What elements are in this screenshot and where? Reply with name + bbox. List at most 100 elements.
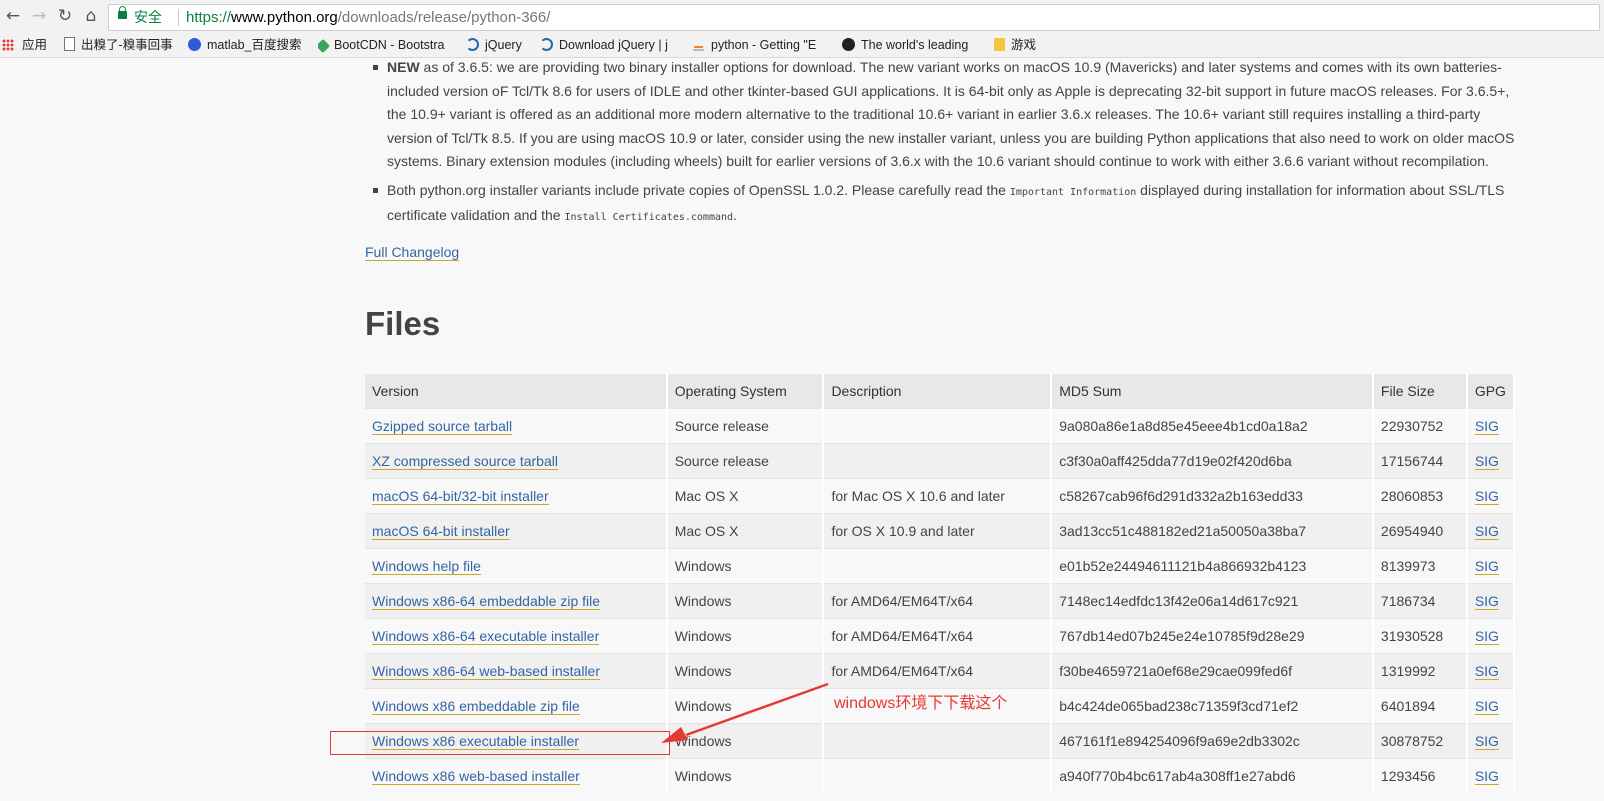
md5-cell: 767db14ed07b245e24e10785f9d28e29 <box>1051 618 1374 654</box>
download-link[interactable]: Windows help file <box>372 558 481 575</box>
bookmark-label: Download jQuery | j <box>559 38 668 52</box>
bookmark-label: python - Getting "E <box>711 38 817 52</box>
download-link[interactable]: Windows x86 embeddable zip file <box>372 698 580 715</box>
os-cell: Windows <box>666 688 825 724</box>
md5-cell: e01b52e24494611121b4a866932b4123 <box>1051 548 1374 584</box>
table-row: macOS 64-bit installer Mac OS X for OS X… <box>365 513 1516 549</box>
description-cell: for OS X 10.9 and later <box>823 513 1053 549</box>
version-cell: Windows x86 web-based installer <box>365 758 668 793</box>
col-header-os: Operating System <box>666 374 825 409</box>
download-link[interactable]: Windows x86 web-based installer <box>372 768 580 785</box>
gpg-cell: SIG <box>1466 758 1516 793</box>
sig-link[interactable]: SIG <box>1474 663 1499 680</box>
sig-link[interactable]: SIG <box>1474 628 1499 645</box>
bookmark-label: The world's leading <box>861 38 969 52</box>
page-icon <box>64 37 75 51</box>
os-cell: Windows <box>666 583 825 619</box>
description-cell: for AMD64/EM64T/x64 <box>823 653 1053 689</box>
full-changelog-link[interactable]: Full Changelog <box>365 244 460 261</box>
col-header-version: Version <box>365 374 668 409</box>
sig-link[interactable]: SIG <box>1474 733 1499 750</box>
os-cell: Windows <box>666 723 825 759</box>
version-cell: Gzipped source tarball <box>365 408 668 444</box>
bookmark-jquery[interactable]: jQuery <box>466 33 522 57</box>
reload-icon[interactable]: ↻ <box>54 5 76 27</box>
bookmark-label: 游戏 <box>1011 38 1037 52</box>
bookmark-github[interactable]: The world's leading <box>842 33 978 57</box>
url-text[interactable]: https://www.python.org/downloads/release… <box>186 5 550 30</box>
md5-cell: 7148ec14edfdc13f42e06a14d617c921 <box>1051 583 1374 619</box>
download-link[interactable]: Windows x86-64 executable installer <box>372 628 600 645</box>
sig-link[interactable]: SIG <box>1474 418 1499 435</box>
annotation-highlight-box <box>330 731 670 755</box>
stackoverflow-icon <box>692 38 705 51</box>
os-cell: Windows <box>666 758 825 793</box>
description-cell <box>823 443 1053 479</box>
table-row: XZ compressed source tarball Source rele… <box>365 443 1516 479</box>
bookmark-bootcdn[interactable]: BootCDN - Bootstra <box>318 33 454 57</box>
github-icon <box>842 38 855 51</box>
bookmark-download-jquery[interactable]: Download jQuery | j <box>540 33 676 57</box>
col-header-md5: MD5 Sum <box>1051 374 1374 409</box>
size-cell: 22930752 <box>1372 408 1468 444</box>
download-link[interactable]: Windows x86-64 embeddable zip file <box>372 593 601 610</box>
version-cell: Windows x86 embeddable zip file <box>365 688 668 724</box>
gpg-cell: SIG <box>1466 583 1516 619</box>
gpg-cell: SIG <box>1466 513 1516 549</box>
files-heading: Files <box>365 305 441 342</box>
download-link[interactable]: macOS 64-bit installer <box>372 523 510 540</box>
size-cell: 26954940 <box>1372 513 1468 549</box>
download-link[interactable]: Gzipped source tarball <box>372 418 513 435</box>
home-icon[interactable]: ⌂ <box>80 5 102 27</box>
table-row: Windows x86 web-based installer Windows … <box>365 758 1516 793</box>
bookmark-apps[interactable]: 应用 <box>2 33 47 57</box>
download-link[interactable]: XZ compressed source tarball <box>372 453 558 470</box>
folder-icon <box>994 38 1005 51</box>
size-cell: 28060853 <box>1372 478 1468 514</box>
sig-link[interactable]: SIG <box>1474 558 1499 575</box>
sig-link[interactable]: SIG <box>1474 698 1499 715</box>
version-cell: Windows x86-64 embeddable zip file <box>365 583 668 619</box>
code-important-information: Important Information <box>1009 186 1137 198</box>
lock-icon <box>118 6 127 19</box>
bootcdn-icon <box>318 38 331 54</box>
os-cell: Mac OS X <box>666 478 825 514</box>
gpg-cell: SIG <box>1466 548 1516 584</box>
description-cell <box>823 408 1053 444</box>
md5-cell: c58267cab96f6d291d332a2b163edd33 <box>1051 478 1374 514</box>
sig-link[interactable]: SIG <box>1474 593 1499 610</box>
back-arrow-icon[interactable]: ← <box>2 5 24 27</box>
sig-link[interactable]: SIG <box>1474 453 1499 470</box>
size-cell: 7186734 <box>1372 583 1468 619</box>
description-cell: for AMD64/EM64T/x64 <box>823 618 1053 654</box>
sig-link[interactable]: SIG <box>1474 523 1499 540</box>
version-cell: XZ compressed source tarball <box>365 443 668 479</box>
bookmark-games-folder[interactable]: 游戏 <box>994 33 1036 57</box>
bookmark-qiushi[interactable]: 出糗了-糗事回事 <box>64 33 173 57</box>
url-bar[interactable]: 安全 https://www.python.org/downloads/rele… <box>108 4 1600 31</box>
url-host: www.python.org <box>231 9 338 26</box>
version-cell: Windows help file <box>365 548 668 584</box>
table-row: Windows x86-64 web-based installer Windo… <box>365 653 1516 689</box>
jquery-icon <box>466 38 479 51</box>
download-link[interactable]: macOS 64-bit/32-bit installer <box>372 488 549 505</box>
bookmark-matlab[interactable]: matlab_百度搜索 <box>188 33 301 57</box>
size-cell: 6401894 <box>1372 688 1468 724</box>
os-cell: Source release <box>666 408 825 444</box>
url-divider <box>178 9 179 26</box>
bookmark-python-getting[interactable]: python - Getting "E <box>692 33 828 57</box>
new-label: NEW <box>387 59 420 75</box>
os-cell: Source release <box>666 443 825 479</box>
version-cell: macOS 64-bit installer <box>365 513 668 549</box>
url-scheme: https:// <box>186 9 232 26</box>
forward-arrow-icon[interactable]: → <box>28 5 50 27</box>
address-toolbar: ← → ↻ ⌂ 安全 https://www.python.org/downlo… <box>0 0 1604 34</box>
os-cell: Mac OS X <box>666 513 825 549</box>
download-link[interactable]: Windows x86-64 web-based installer <box>372 663 600 680</box>
sig-link[interactable]: SIG <box>1474 488 1499 505</box>
sig-link[interactable]: SIG <box>1474 768 1499 785</box>
code-install-certificates: Install Certificates.command <box>564 212 734 223</box>
list-item: Both python.org installer variants inclu… <box>365 179 1515 230</box>
md5-cell: b4c424de065bad238c71359f3cd71ef2 <box>1051 688 1374 724</box>
openssl-note-text: Both python.org installer variants inclu… <box>387 181 1010 198</box>
